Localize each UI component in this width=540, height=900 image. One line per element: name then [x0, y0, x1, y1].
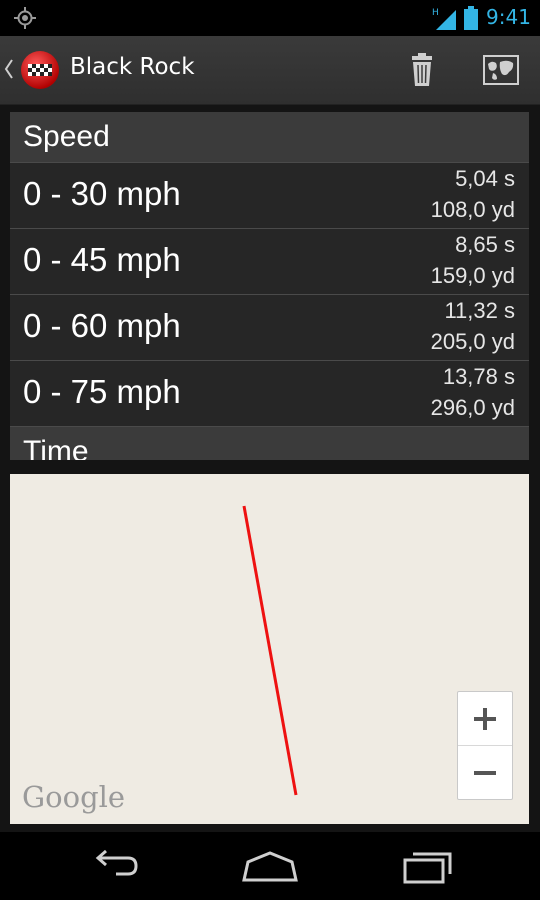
plus-icon: [474, 707, 496, 730]
map-view[interactable]: Google: [10, 474, 529, 824]
stat-time: 8,65 s: [455, 232, 515, 257]
up-caret-icon[interactable]: [4, 58, 14, 80]
stats-panel[interactable]: Speed 0 - 30 mph 5,04 s 108,0 yd 0 - 45 …: [10, 112, 529, 460]
section-header-speed: Speed: [10, 112, 529, 162]
stat-row[interactable]: 0 - 60 mph 11,32 s 205,0 yd: [10, 294, 529, 360]
home-icon[interactable]: [240, 850, 300, 882]
stat-row[interactable]: 0 - 45 mph 8,65 s 159,0 yd: [10, 228, 529, 294]
zoom-out-button[interactable]: [458, 746, 512, 799]
stat-time: 11,32 s: [444, 298, 515, 323]
map-attribution: Google: [22, 780, 126, 814]
stat-row[interactable]: 0 - 75 mph 13,78 s 296,0 yd: [10, 360, 529, 426]
checkered-flag-icon[interactable]: [20, 50, 60, 90]
stat-label: 0 - 75 mph: [23, 373, 181, 410]
back-icon[interactable]: [86, 848, 140, 884]
stat-time: 5,04 s: [455, 166, 515, 191]
stat-row[interactable]: 0 - 30 mph 5,04 s 108,0 yd: [10, 162, 529, 228]
stat-label: 0 - 30 mph: [23, 175, 181, 212]
status-clock: 9:41: [486, 5, 531, 29]
section-header-time: Time: [10, 426, 529, 460]
action-bar: Black Rock: [0, 36, 540, 105]
stat-distance: 296,0 yd: [430, 395, 515, 420]
zoom-in-button[interactable]: [458, 692, 512, 746]
zoom-controls: [457, 691, 513, 800]
minus-icon: [474, 770, 496, 775]
trash-icon[interactable]: [398, 50, 446, 92]
page-title: Black Rock: [70, 54, 195, 80]
stat-distance: 205,0 yd: [430, 329, 515, 354]
map-icon[interactable]: [474, 50, 528, 92]
stat-label: 0 - 60 mph: [23, 307, 181, 344]
network-type-label: H: [432, 8, 439, 18]
nav-bar: [0, 832, 540, 900]
stat-time: 13,78 s: [442, 364, 515, 389]
stat-label: 0 - 45 mph: [23, 241, 181, 278]
stat-distance: 159,0 yd: [430, 263, 515, 288]
status-bar: H 9:41: [0, 0, 540, 36]
stat-distance: 108,0 yd: [430, 197, 515, 222]
gps-icon: [14, 7, 36, 29]
route-line: [242, 505, 298, 796]
signal-icon: H: [432, 8, 456, 30]
battery-icon: [464, 6, 478, 30]
recents-icon[interactable]: [402, 848, 454, 884]
